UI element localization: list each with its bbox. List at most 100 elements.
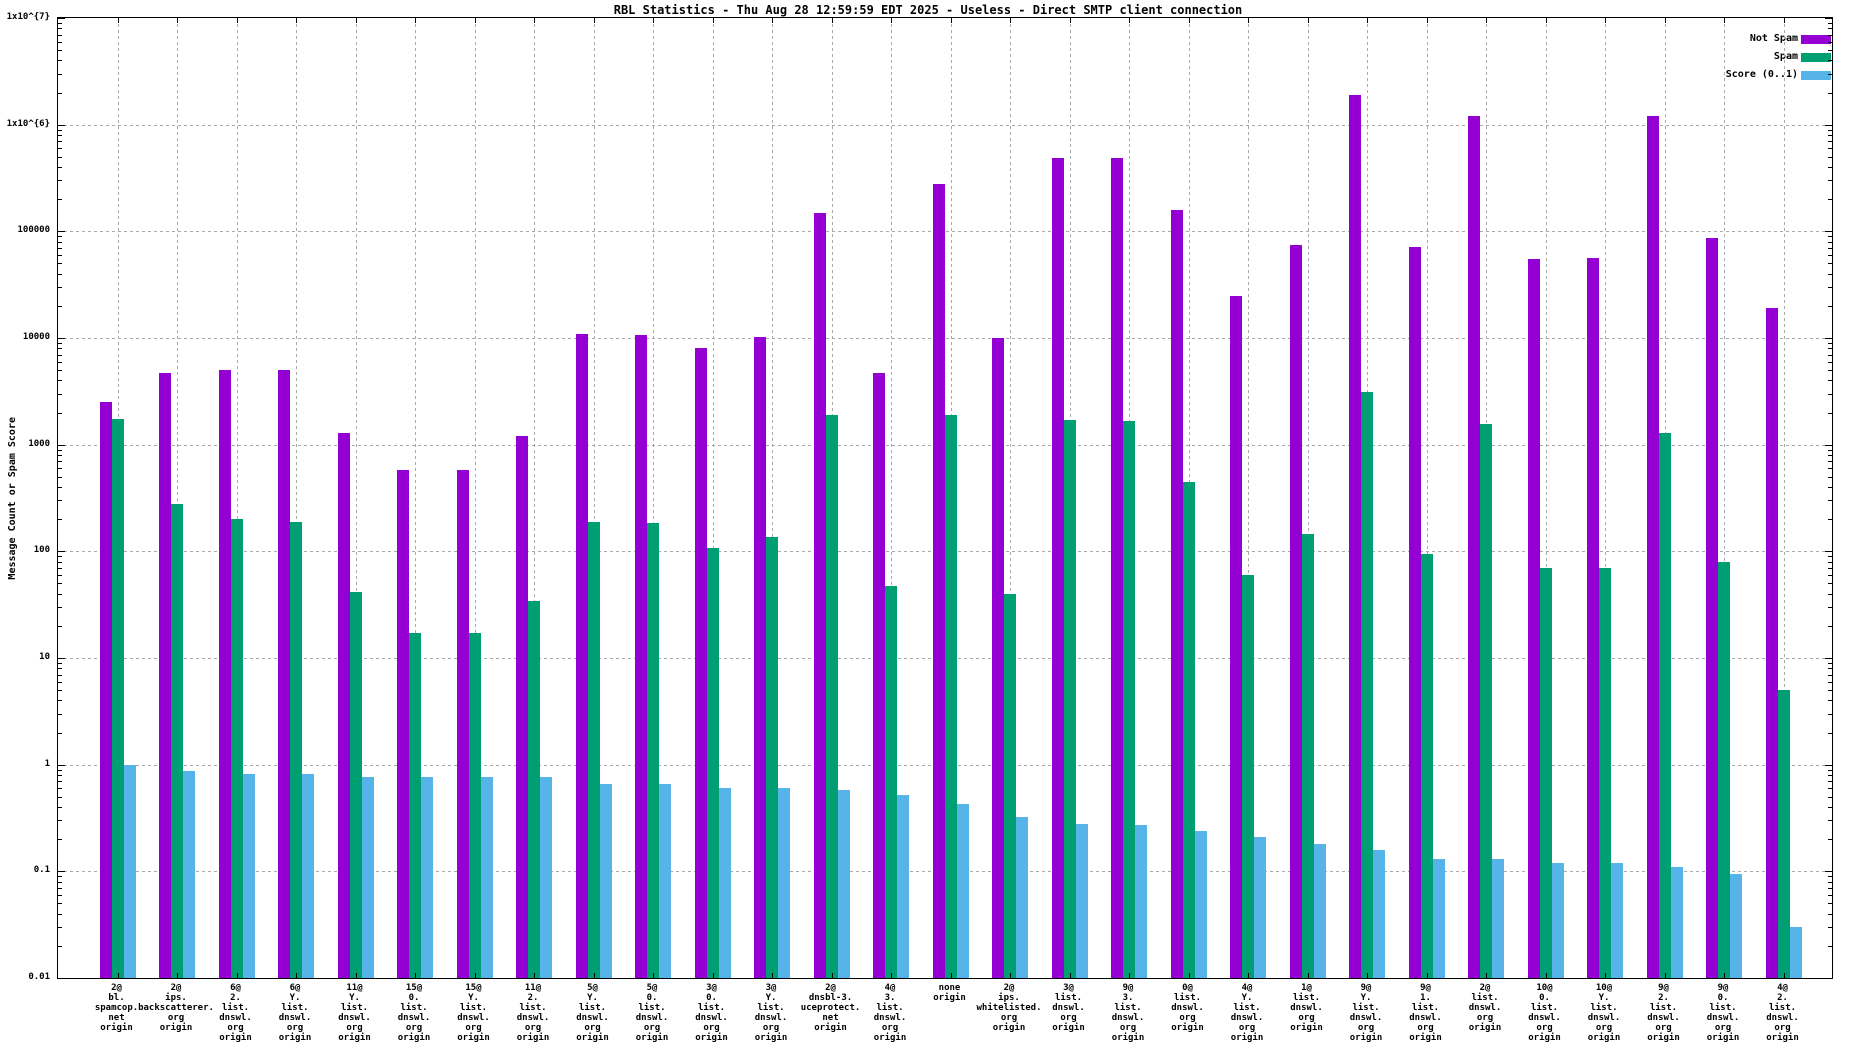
y-minor-tick	[58, 568, 62, 569]
bar-score-22	[1433, 859, 1445, 978]
x-tick	[1308, 18, 1309, 23]
y-minor-tick	[1828, 28, 1832, 29]
y-minor-tick	[1828, 888, 1832, 889]
y-minor-tick	[1828, 343, 1832, 344]
y-minor-tick	[1828, 355, 1832, 356]
y-minor-tick	[1828, 236, 1832, 237]
y-minor-tick	[1828, 450, 1832, 451]
x-tick	[772, 973, 773, 978]
y-minor-tick	[58, 820, 62, 821]
bar-not-spam-10	[695, 348, 707, 978]
x-tick	[534, 973, 535, 978]
x-tick	[653, 973, 654, 978]
x-tick	[1605, 18, 1606, 23]
x-tick	[653, 18, 654, 23]
bar-score-3	[302, 774, 314, 978]
y-tick-label: 10	[2, 652, 50, 662]
y-tick-label: 0.01	[2, 972, 50, 982]
bar-spam-18	[1183, 482, 1195, 978]
y-major-tick	[1825, 765, 1832, 766]
y-tick-label: 100	[2, 545, 50, 555]
x-tick	[1486, 18, 1487, 23]
y-minor-tick	[58, 946, 62, 947]
bar-not-spam-18	[1171, 210, 1183, 978]
y-minor-tick	[58, 477, 62, 478]
bar-spam-23	[1480, 424, 1492, 978]
x-tick	[1367, 18, 1368, 23]
y-major-tick	[1825, 978, 1832, 979]
y-minor-tick	[58, 370, 62, 371]
y-major-tick	[58, 871, 65, 872]
y-minor-tick	[1828, 775, 1832, 776]
y-minor-tick	[1828, 167, 1832, 168]
y-major-tick	[58, 978, 65, 979]
y-minor-tick	[1828, 287, 1832, 288]
y-minor-tick	[1828, 876, 1832, 877]
bar-score-1	[183, 771, 195, 978]
x-tick	[1665, 973, 1666, 978]
legend-label-2: Score (0..1)	[1726, 69, 1798, 81]
bar-score-20	[1314, 844, 1326, 978]
y-minor-tick	[58, 141, 62, 142]
x-tick	[713, 973, 714, 978]
bar-spam-5	[409, 633, 421, 978]
x-tick	[1248, 973, 1249, 978]
y-minor-tick	[1828, 903, 1832, 904]
y-minor-tick	[1828, 788, 1832, 789]
y-minor-tick	[58, 248, 62, 249]
bar-not-spam-15	[992, 338, 1004, 978]
x-tick	[177, 18, 178, 23]
x-tick	[475, 973, 476, 978]
bar-score-26	[1671, 867, 1683, 978]
y-major-tick	[1825, 125, 1832, 126]
x-tick	[415, 18, 416, 23]
x-tick	[1189, 973, 1190, 978]
y-minor-tick	[1828, 914, 1832, 915]
y-minor-tick	[58, 50, 62, 51]
y-minor-tick	[1828, 626, 1832, 627]
y-minor-tick	[58, 594, 62, 595]
y-minor-tick	[58, 355, 62, 356]
y-minor-tick	[58, 180, 62, 181]
legend-swatch-0	[1801, 35, 1831, 44]
bar-spam-1	[171, 504, 183, 978]
y-minor-tick	[58, 148, 62, 149]
bar-score-13	[897, 795, 909, 978]
y-major-tick	[1825, 18, 1832, 19]
y-minor-tick	[58, 450, 62, 451]
y-major-tick	[1825, 338, 1832, 339]
y-major-tick	[58, 658, 65, 659]
bar-score-23	[1492, 859, 1504, 978]
y-minor-tick	[1828, 348, 1832, 349]
y-minor-tick	[58, 455, 62, 456]
y-minor-tick	[1828, 461, 1832, 462]
bar-spam-15	[1004, 594, 1016, 978]
bar-not-spam-26	[1647, 116, 1659, 978]
bar-spam-19	[1242, 575, 1254, 978]
bar-spam-11	[766, 537, 778, 978]
y-minor-tick	[58, 797, 62, 798]
bar-not-spam-9	[635, 335, 647, 978]
bar-spam-28	[1778, 690, 1790, 978]
bar-not-spam-5	[397, 470, 409, 978]
y-minor-tick	[1828, 199, 1832, 200]
y-tick-label: 1	[2, 759, 50, 769]
x-tick	[415, 973, 416, 978]
bar-spam-4	[350, 592, 362, 978]
bar-spam-0	[112, 419, 124, 978]
y-major-tick	[58, 338, 65, 339]
gridline-horizontal	[58, 125, 1832, 126]
y-minor-tick	[58, 770, 62, 771]
x-tick	[475, 18, 476, 23]
y-minor-tick	[1828, 248, 1832, 249]
x-tick	[237, 973, 238, 978]
x-tick	[832, 973, 833, 978]
x-tick	[177, 973, 178, 978]
y-minor-tick	[58, 927, 62, 928]
y-minor-tick	[58, 74, 62, 75]
bar-spam-2	[231, 519, 243, 978]
y-minor-tick	[58, 60, 62, 61]
y-minor-tick	[1828, 394, 1832, 395]
y-minor-tick	[1828, 60, 1832, 61]
x-tick	[1189, 18, 1190, 23]
